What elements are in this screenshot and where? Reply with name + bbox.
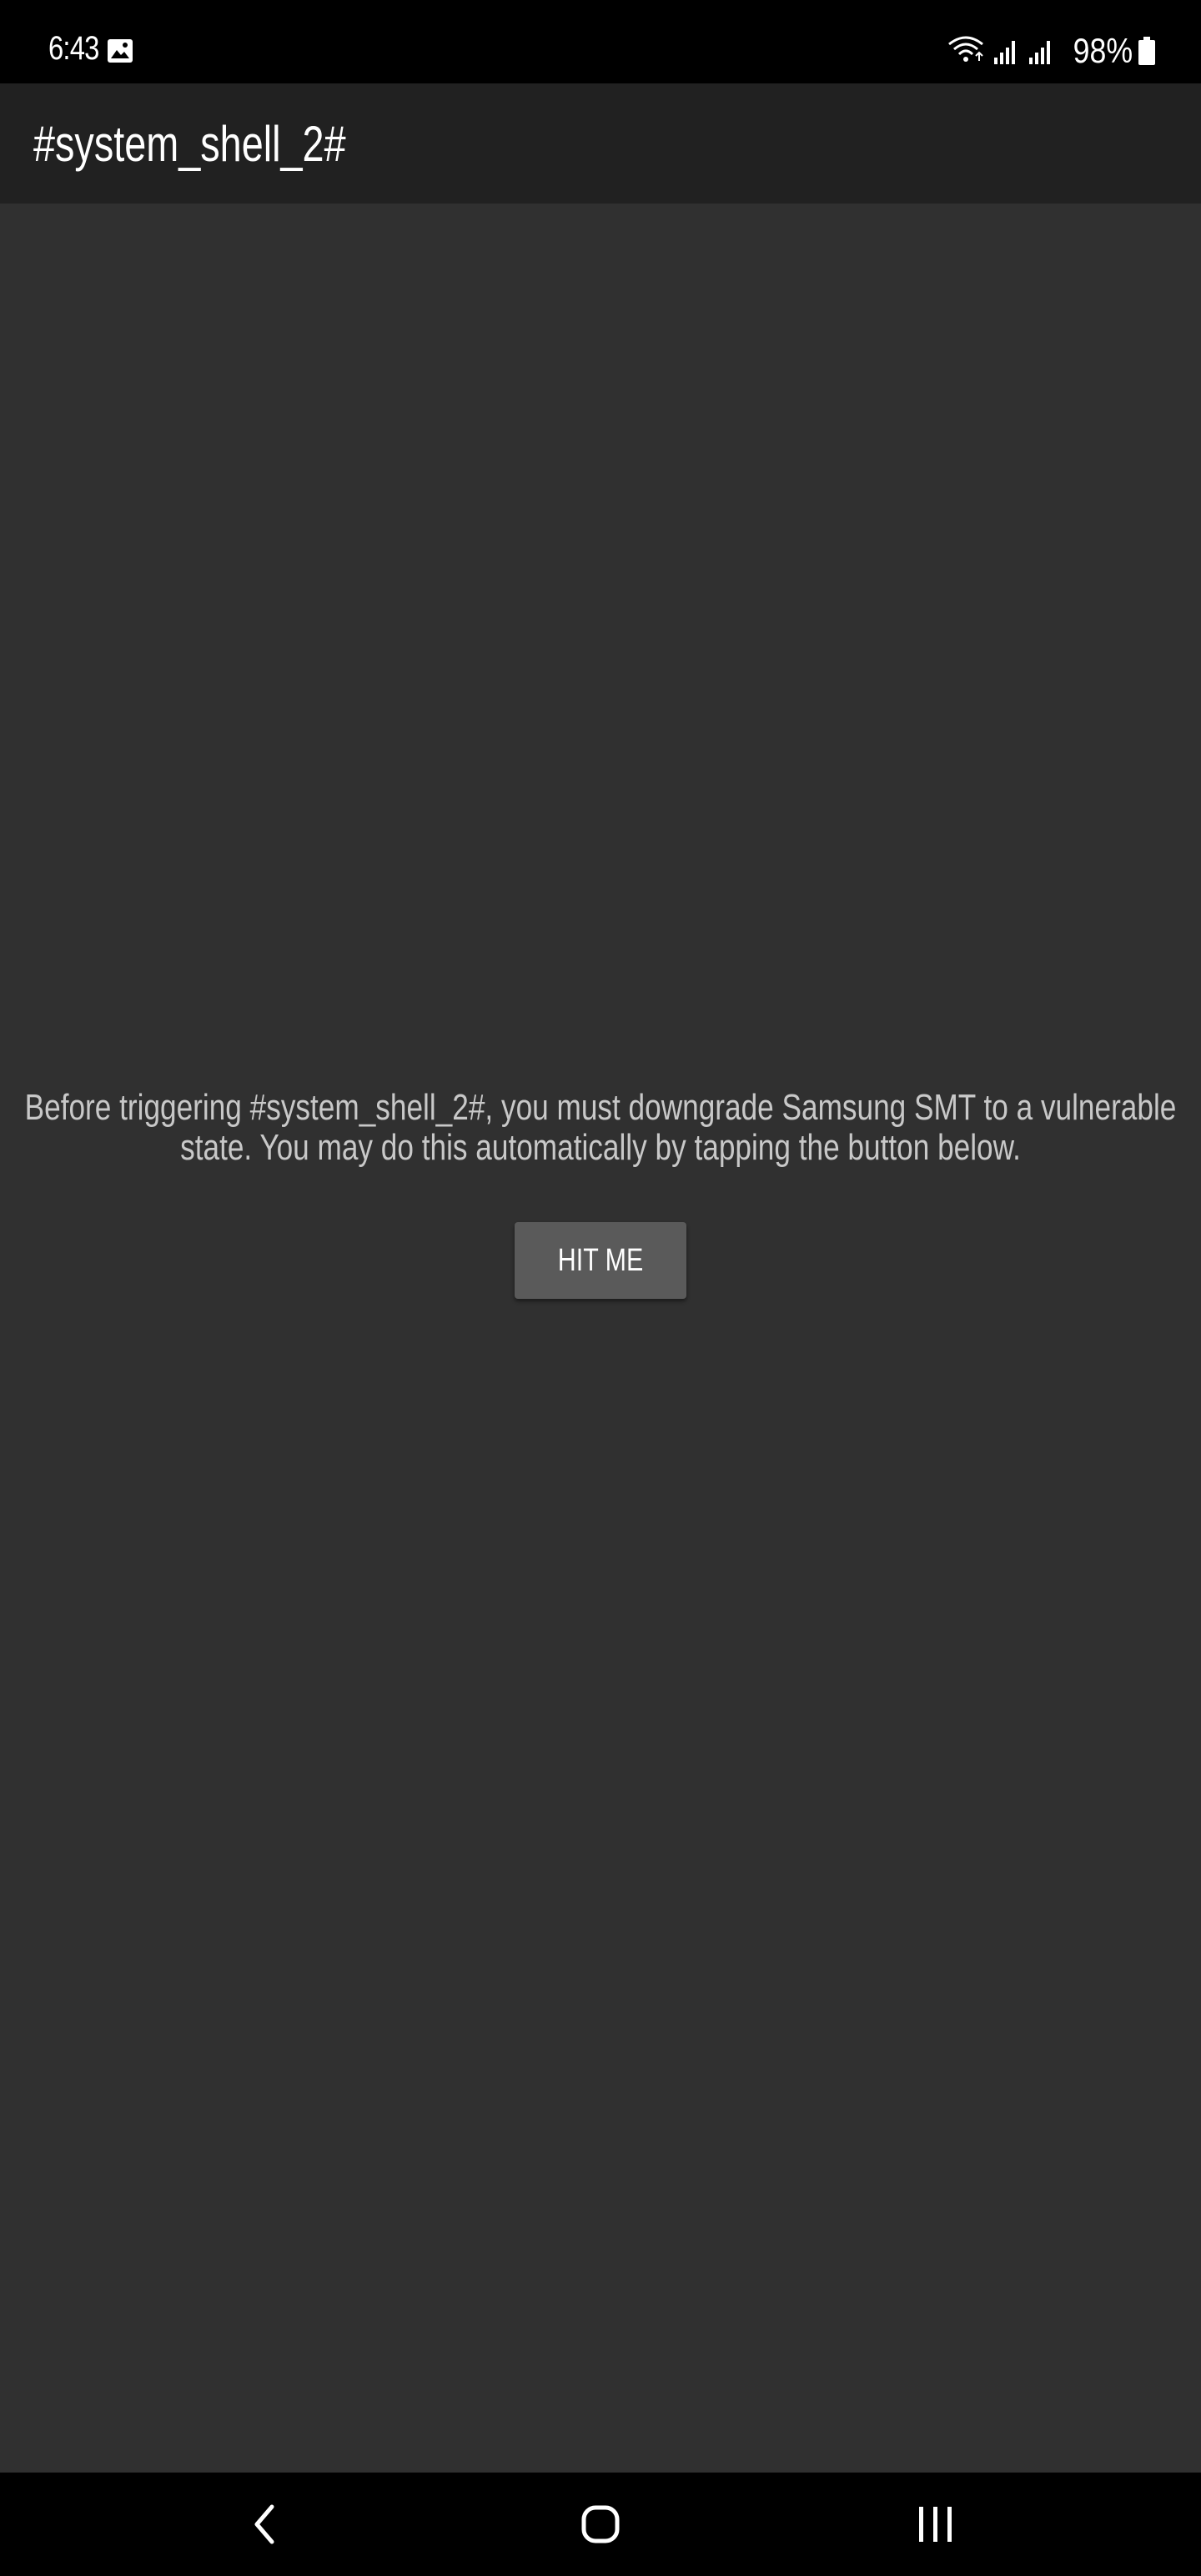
recents-button[interactable] [902,2491,969,2558]
status-time: 6:43 [48,30,99,67]
instruction-message: Before triggering #system_shell_2#, you … [17,1088,1184,1168]
app-bar: #system_shell_2# [0,83,1201,204]
battery-icon [1138,37,1155,65]
signal-icon [993,41,1015,64]
main-content: Before triggering #system_shell_2#, you … [0,204,1201,2473]
wifi-icon [948,36,983,62]
home-button[interactable] [567,2491,634,2558]
status-right-group: 98% [947,30,1156,72]
hit-me-button[interactable]: HIT ME [515,1222,686,1299]
image-icon [108,39,133,63]
hit-me-label: HIT ME [557,1242,644,1278]
back-icon [254,2504,274,2544]
back-button[interactable] [232,2491,299,2558]
app-screen: 6:43 98% #system_shell_2# Before trigger… [0,0,1201,2576]
status-bar: 6:43 98% [0,0,1201,83]
battery-percentage: 98% [1073,31,1133,70]
home-icon [581,2505,620,2543]
page-title: #system_shell_2# [33,116,346,172]
instruction-text: Before triggering #system_shell_2#, you … [24,1087,1177,1168]
signal-icon [1028,41,1050,64]
recents-icon [919,2507,952,2542]
navigation-bar [0,2473,1201,2576]
